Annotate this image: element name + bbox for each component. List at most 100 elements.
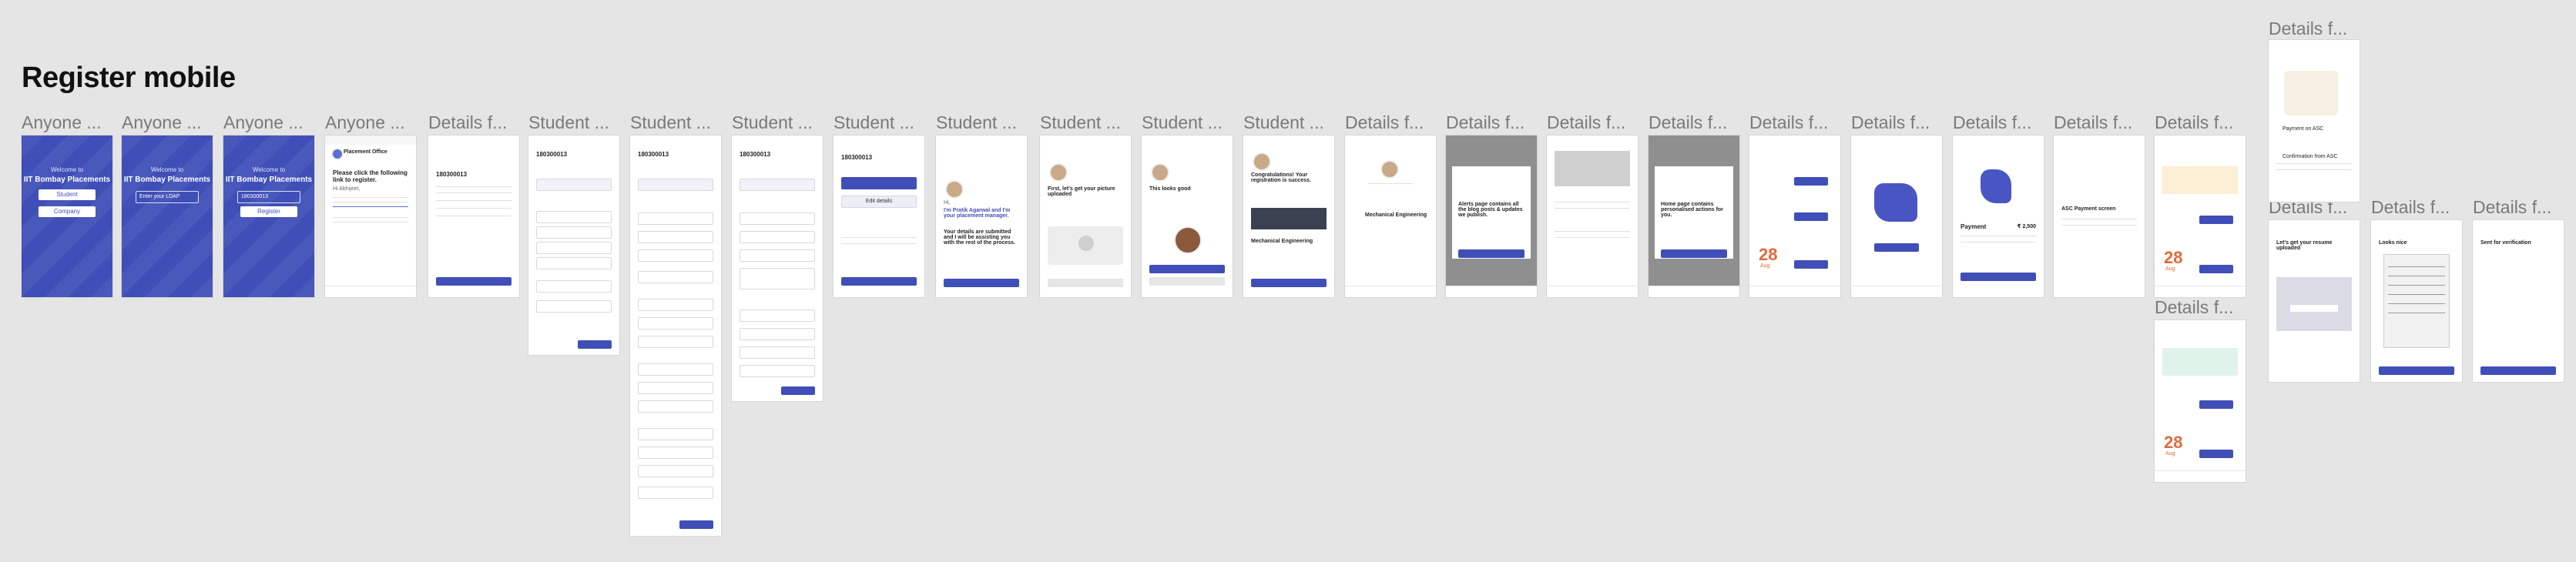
text-line	[1961, 242, 2036, 243]
form-textarea[interactable]	[740, 268, 815, 289]
ldap-input[interactable]: 180300013	[237, 191, 300, 203]
save-next-button[interactable]	[578, 340, 612, 349]
form-field[interactable]	[536, 300, 612, 313]
frame-label: Student ...	[936, 112, 1017, 132]
save-next-button[interactable]	[679, 520, 713, 529]
text-line	[1368, 183, 1413, 184]
brand-title: IIT Bombay Placements	[23, 176, 111, 184]
frame-label: Anyone ...	[223, 112, 304, 132]
form-field[interactable]	[536, 242, 612, 254]
form-field[interactable]	[638, 336, 713, 348]
bottom-tabbar[interactable]	[2155, 286, 2246, 297]
send-verification-button[interactable]	[2379, 366, 2454, 375]
frame-label: Student ...	[1142, 112, 1223, 132]
form-field[interactable]	[638, 249, 713, 262]
okay-button[interactable]	[1458, 249, 1524, 258]
home-notification-screen: 28 Aug	[2155, 135, 2246, 297]
bottom-tabbar[interactable]	[2155, 470, 2246, 482]
text-line	[1555, 237, 1630, 238]
register-button[interactable]: Register	[240, 206, 297, 217]
verification-sent-screen: Sent for verification	[2473, 220, 2564, 382]
ldap-input[interactable]: Enter your LDAP	[136, 191, 199, 203]
form-field[interactable]	[536, 280, 612, 293]
form-field[interactable]	[740, 231, 815, 243]
action-button[interactable]	[2199, 450, 2233, 458]
frame-label: Details f...	[1345, 112, 1424, 132]
action-button[interactable]	[1794, 260, 1828, 269]
text-line	[2388, 303, 2445, 304]
company-button[interactable]: Company	[39, 206, 96, 217]
frame-label: Student ...	[732, 112, 813, 132]
form-field[interactable]	[740, 249, 815, 262]
upload-resume-button[interactable]	[2290, 305, 2338, 312]
bottom-tabbar[interactable]	[1649, 286, 1739, 297]
tab-row[interactable]	[740, 179, 815, 191]
form-field[interactable]	[638, 428, 713, 440]
action-button[interactable]	[2199, 216, 2233, 224]
tab-row[interactable]	[638, 179, 713, 191]
done-button[interactable]	[1149, 265, 1225, 273]
tab-row[interactable]	[536, 179, 612, 191]
action-button[interactable]	[2199, 400, 2233, 409]
frame-label: Details f...	[1749, 112, 1829, 132]
okay-button[interactable]	[1661, 249, 1727, 258]
form-field[interactable]	[638, 363, 713, 376]
tab-row[interactable]	[841, 177, 917, 189]
form-field[interactable]	[638, 299, 713, 311]
form-field[interactable]	[536, 257, 612, 269]
save-next-button[interactable]	[436, 277, 512, 286]
form-field[interactable]	[740, 212, 815, 225]
confirmation-from-asc: Confirmation from ASC	[2283, 154, 2338, 159]
bottom-tabbar[interactable]	[1446, 286, 1537, 297]
form-field[interactable]	[638, 231, 713, 243]
text-line	[333, 217, 408, 218]
congrats-text: Congratulations! Your registration is su…	[1251, 172, 1311, 183]
save-next-button[interactable]	[781, 386, 815, 395]
form-field[interactable]	[536, 211, 612, 223]
form-field[interactable]	[536, 226, 612, 239]
make-payment-button[interactable]	[1874, 243, 1919, 252]
email-screen: Placement Office Please click the follow…	[325, 135, 416, 297]
submit-button[interactable]	[841, 277, 917, 286]
okay-button[interactable]	[944, 279, 1019, 287]
action-button[interactable]	[1794, 212, 1828, 221]
form-field[interactable]	[638, 317, 713, 330]
form-field[interactable]	[740, 365, 815, 377]
form-field[interactable]	[740, 346, 815, 359]
action-button[interactable]	[2199, 265, 2233, 273]
form-field[interactable]	[740, 309, 815, 322]
student-button[interactable]: Student	[39, 189, 96, 200]
text-line	[1555, 208, 1630, 209]
frame-label: Student ...	[1243, 112, 1324, 132]
frame-label: Details f...	[2054, 112, 2133, 132]
form-field[interactable]	[638, 400, 713, 413]
text-line	[2388, 266, 2445, 267]
text-line	[2388, 294, 2445, 295]
form-field[interactable]	[638, 271, 713, 283]
register-link[interactable]	[333, 206, 408, 207]
text-line	[2388, 285, 2445, 286]
bottom-tabbar[interactable]	[1851, 286, 1942, 297]
skip-button[interactable]	[1048, 279, 1123, 287]
bottom-tabbar[interactable]	[1547, 286, 1638, 297]
resume-upload-area[interactable]	[2276, 277, 2352, 331]
text-line	[436, 208, 512, 209]
reupload-button[interactable]	[1149, 277, 1225, 286]
bottom-tabbar[interactable]	[1749, 286, 1840, 297]
form-field[interactable]	[638, 465, 713, 477]
edit-details-button[interactable]: Edit details	[841, 196, 917, 208]
form-field[interactable]	[638, 212, 713, 225]
go-portal-button[interactable]	[1961, 273, 2036, 281]
view-profile-button[interactable]	[2480, 366, 2556, 375]
form-field[interactable]	[638, 382, 713, 394]
email-subject: Please click the following link to regis…	[333, 169, 408, 183]
form-field[interactable]	[638, 447, 713, 459]
form-field[interactable]	[638, 487, 713, 499]
form-field[interactable]	[740, 328, 815, 340]
bottom-tabbar[interactable]	[1345, 286, 1436, 297]
frame-label: Details f...	[428, 112, 508, 132]
mail-tabbar	[325, 286, 416, 297]
go-account-button[interactable]	[1251, 279, 1327, 287]
make-payment-button[interactable]	[1794, 177, 1828, 186]
calendar-date: 28	[1759, 245, 1778, 264]
